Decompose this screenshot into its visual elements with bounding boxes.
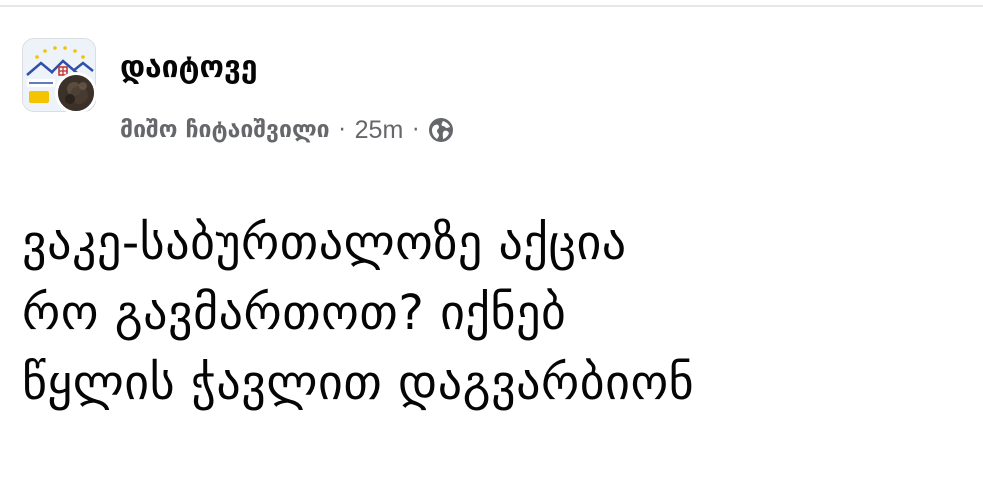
post-body: ვაკე-საბურთალოზე აქცია რო გავმართოთ? იქნ… [22, 208, 972, 418]
post-body-line: წყლის ჭავლით დაგვარბიონ [22, 355, 695, 411]
post-body-line: ვაკე-საბურთალოზე აქცია [22, 215, 627, 271]
top-divider [0, 5, 983, 7]
post-avatar-stack[interactable] [22, 38, 98, 114]
facebook-post: დაიტოვე მიშო ჩიტაიშვილი · 25m · ვაკე-საბ… [0, 0, 983, 485]
meta-separator-2: · [412, 117, 420, 143]
author-photo-icon [58, 75, 94, 111]
post-meta: მიშო ჩიტაიშვილი · 25m · [120, 113, 454, 147]
group-name[interactable]: დაიტოვე [120, 50, 258, 86]
post-timestamp[interactable]: 25m [355, 116, 404, 145]
author-avatar[interactable] [55, 72, 97, 114]
globe-icon[interactable] [428, 117, 454, 143]
post-body-line: რო გავმართოთ? იქნებ [22, 285, 567, 341]
author-name[interactable]: მიშო ჩიტაიშვილი [120, 117, 330, 143]
meta-separator: · [338, 117, 346, 143]
